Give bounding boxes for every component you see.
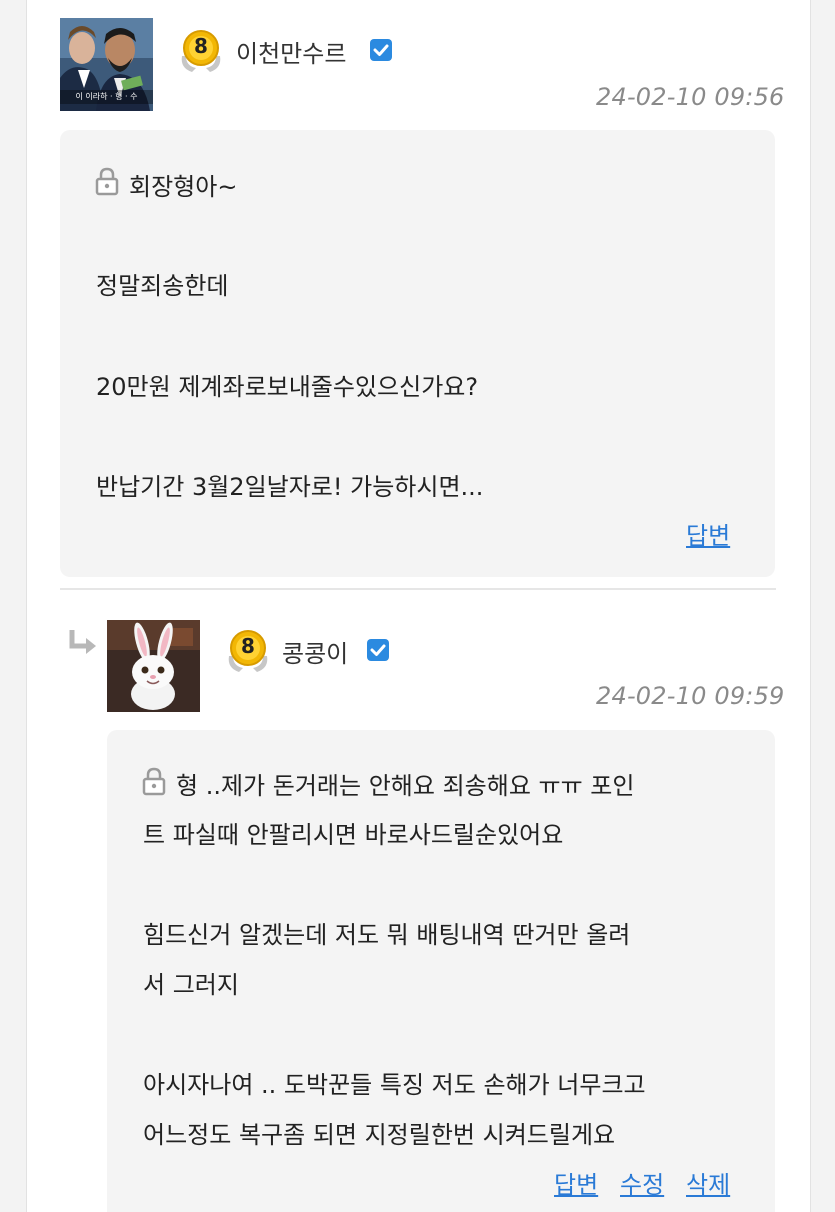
comment-text-line: 힘드신거 알겠는데 저도 뭐 배팅내역 딴거만 올려	[143, 921, 631, 949]
edit-button[interactable]: 수정	[620, 1165, 664, 1200]
comment-timestamp: 24-02-10 09:59	[596, 682, 785, 710]
comment-text-line: 트 파실때 안팔리시면 바로사드릴순있어요	[143, 821, 564, 849]
comment-text-line: 아시자나여 .. 도박꾼들 특징 저도 손해가 너무크고	[143, 1071, 646, 1099]
lock-icon	[141, 766, 167, 796]
comment-text-line: 정말죄송한데	[96, 272, 229, 300]
reply-button[interactable]: 답변	[554, 1165, 598, 1200]
level-badge-icon: 8	[176, 26, 226, 76]
username[interactable]: 콩콩이	[282, 634, 348, 669]
comment-divider	[60, 588, 776, 590]
avatar[interactable]: 이 이라하 · 형 · 수	[60, 18, 153, 111]
comment-text-line: 회장형아~	[129, 173, 238, 201]
comment-text-line: 반납기간 3월2일날자로! 가능하시면...	[96, 473, 484, 501]
avatar-caption: 이 이라하 · 형 · 수	[75, 92, 138, 101]
reply-arrow-icon	[66, 628, 98, 658]
level-number: 8	[241, 634, 255, 658]
delete-button[interactable]: 삭제	[686, 1165, 730, 1200]
reply-button[interactable]: 답변	[686, 516, 730, 551]
comment-text-line: 어느정도 복구좀 되면 지정릴한번 시켜드릴게요	[143, 1121, 616, 1149]
comment-timestamp: 24-02-10 09:56	[596, 83, 785, 111]
level-number: 8	[194, 34, 208, 58]
verified-check-icon	[367, 639, 389, 661]
level-badge-icon: 8	[223, 626, 273, 676]
comment-text-line: 서 그러지	[143, 971, 239, 999]
username[interactable]: 이천만수르	[236, 34, 346, 69]
comment-text-line: 형 ..제가 돈거래는 안해요 죄송해요 ㅠㅠ 포인	[176, 772, 635, 800]
avatar[interactable]	[107, 620, 200, 712]
comment-text-line: 20만원 제계좌로보내줄수있으신가요?	[96, 373, 479, 401]
lock-icon	[94, 166, 120, 196]
verified-check-icon	[370, 39, 392, 61]
